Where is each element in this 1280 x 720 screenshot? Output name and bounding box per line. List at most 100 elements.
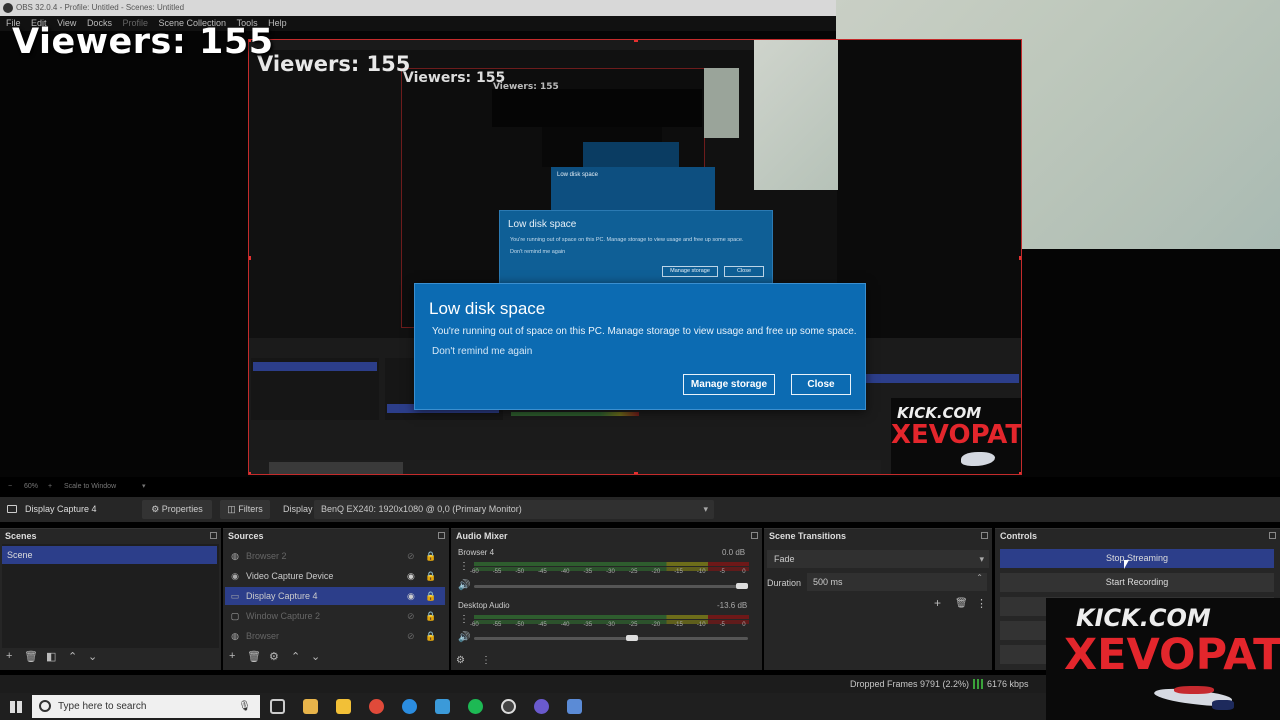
source-toolbar: Display Capture 4 ⚙ Properties ◫ Filters…: [0, 497, 1280, 522]
move-up-icon[interactable]: ⌃: [68, 650, 77, 663]
discord-icon[interactable]: [534, 699, 549, 714]
speaker-icon[interactable]: 🔊: [458, 580, 470, 591]
remove-scene-icon[interactable]: 🗑: [24, 650, 38, 663]
sources-dock: Sources ◍ Browser 2 ⊘ 🔒 ◉ Video Capture Dev…: [223, 528, 449, 670]
close-button[interactable]: Close: [791, 374, 851, 395]
stepper-up-icon[interactable]: ⌃: [976, 569, 983, 587]
dont-remind-link[interactable]: Don't remind me again: [432, 346, 532, 357]
mixer-menu-icon[interactable]: ⋮: [481, 655, 491, 666]
eye-slash-icon[interactable]: ⊘: [407, 607, 415, 625]
kebab-menu-icon[interactable]: ⋮: [459, 614, 469, 625]
kick-line2: XEVOPAT: [1064, 630, 1280, 680]
source-item[interactable]: ▢ Window Capture 2 ⊘ 🔒: [225, 607, 445, 625]
audio-mixer-header: Audio Mixer: [451, 529, 762, 543]
app-window-icon[interactable]: [567, 699, 582, 714]
start-recording-button[interactable]: Start Recording: [1000, 573, 1274, 592]
audio-channel-db: 0.0 dB: [722, 548, 746, 557]
properties-button[interactable]: ⚙ Properties: [142, 500, 212, 519]
source-item[interactable]: ◍ Browser 2 ⊘ 🔒: [225, 547, 445, 565]
nested-viewers-counter: Viewers: 155: [257, 52, 411, 76]
microphone-icon[interactable]: 🎙: [238, 695, 251, 718]
nested-dialog-tiny: [583, 142, 679, 167]
stop-streaming-button[interactable]: Stop Streaming: [1000, 549, 1274, 568]
duration-value: 500 ms: [813, 577, 843, 587]
duration-input[interactable]: 500 ms ⌃: [807, 573, 987, 591]
store-icon[interactable]: [303, 699, 318, 714]
audio-channel-name: Browser 4: [458, 548, 495, 557]
filters-button[interactable]: ◫ Filters: [220, 500, 270, 519]
zoom-out-icon[interactable]: −: [8, 479, 12, 495]
source-item[interactable]: ◍ Browser ⊘ 🔒: [225, 627, 445, 645]
lock-icon[interactable]: 🔒: [425, 587, 436, 605]
speaker-icon[interactable]: 🔊: [458, 632, 470, 643]
source-properties-icon[interactable]: ⚙: [269, 650, 279, 663]
audio-meter: [474, 615, 749, 619]
nested-manage-storage-button: Manage storage: [662, 266, 718, 277]
lock-icon[interactable]: 🔒: [425, 547, 436, 565]
advanced-audio-icon[interactable]: ⚙: [456, 655, 465, 666]
undock-icon[interactable]: [1269, 532, 1276, 539]
scenes-dock: Scenes Scene + 🗑 ◧ ⌃ ⌄: [0, 528, 221, 670]
transition-menu-icon[interactable]: ⋮: [976, 597, 987, 610]
scene-filters-icon[interactable]: ◧: [46, 650, 56, 663]
undock-icon[interactable]: [210, 532, 217, 539]
source-item-selected[interactable]: ▭ Display Capture 4 ◉ 🔒: [225, 587, 445, 605]
dropped-frames: Dropped Frames 9791 (2.2%): [850, 679, 970, 689]
lock-icon[interactable]: 🔒: [425, 627, 436, 645]
manage-storage-button[interactable]: Manage storage: [683, 374, 775, 395]
mail-icon[interactable]: [435, 699, 450, 714]
obs-icon[interactable]: [501, 699, 516, 714]
chevron-down-icon: ▾: [703, 504, 708, 514]
lock-icon[interactable]: 🔒: [425, 567, 436, 585]
undock-icon[interactable]: [981, 532, 988, 539]
add-source-icon[interactable]: +: [229, 650, 235, 662]
display-select[interactable]: BenQ EX240: 1920x1080 @ 0,0 (Primary Mon…: [314, 500, 714, 519]
globe-icon: ◍: [231, 631, 239, 641]
task-view-icon[interactable]: [270, 699, 285, 714]
move-down-icon[interactable]: ⌄: [88, 650, 97, 663]
volume-slider[interactable]: [474, 637, 748, 640]
display-value: BenQ EX240: 1920x1080 @ 0,0 (Primary Mon…: [321, 504, 522, 514]
meter-ticks: -60 -55 -50 -45 -40 -35 -30 -25 -20 -15 -10 -5 0: [470, 569, 746, 575]
file-explorer-icon[interactable]: [336, 699, 351, 714]
windows-start-icon[interactable]: [10, 701, 22, 713]
source-item[interactable]: ◉ Video Capture Device ◉ 🔒: [225, 567, 445, 585]
remove-source-icon[interactable]: 🗑: [247, 650, 261, 663]
zoom-mode[interactable]: Scale to Window: [64, 479, 116, 495]
eye-icon[interactable]: ◉: [407, 567, 415, 585]
edge-icon[interactable]: [402, 699, 417, 714]
audio-channel-name: Desktop Audio: [458, 601, 510, 610]
eye-icon[interactable]: ◉: [407, 587, 415, 605]
zoom-in-icon[interactable]: +: [48, 479, 52, 495]
kick-overlay-logo: KICK.COM XEVOPAT: [1046, 598, 1280, 720]
remove-transition-icon[interactable]: 🗑: [955, 598, 968, 609]
volume-knob[interactable]: [736, 583, 748, 589]
low-disk-space-dialog: Low disk space You're running out of spa…: [414, 283, 866, 410]
volume-knob[interactable]: [626, 635, 638, 641]
add-scene-icon[interactable]: +: [6, 650, 12, 662]
spotify-icon[interactable]: [468, 699, 483, 714]
taskbar-search[interactable]: Type here to search 🎙: [32, 695, 260, 718]
eye-slash-icon[interactable]: ⊘: [407, 627, 415, 645]
connection-bars-icon: [973, 679, 983, 689]
preview-zoom-bar: − 60% + Scale to Window ▾: [0, 479, 1280, 495]
scene-item[interactable]: Scene: [2, 546, 217, 564]
nested-taskbar: [249, 460, 881, 474]
transition-select[interactable]: Fade ▾: [767, 550, 989, 568]
eye-slash-icon[interactable]: ⊘: [407, 547, 415, 565]
move-up-icon[interactable]: ⌃: [291, 650, 300, 663]
lock-icon[interactable]: 🔒: [425, 607, 436, 625]
kebab-menu-icon[interactable]: ⋮: [459, 561, 469, 572]
zoom-level: 60%: [24, 483, 39, 490]
undock-icon[interactable]: [751, 532, 758, 539]
add-transition-icon[interactable]: +: [934, 596, 941, 610]
zoom-mode-chevron-icon[interactable]: ▾: [142, 479, 146, 495]
nested-dialog-title: Low disk space: [508, 219, 577, 230]
move-down-icon[interactable]: ⌄: [311, 650, 320, 663]
undock-icon[interactable]: [438, 532, 445, 539]
scene-transitions-header: Scene Transitions: [764, 529, 992, 543]
volume-slider[interactable]: [474, 585, 748, 588]
controls-header: Controls: [995, 529, 1280, 543]
nested-webcam: [754, 40, 838, 190]
chrome-icon[interactable]: [369, 699, 384, 714]
